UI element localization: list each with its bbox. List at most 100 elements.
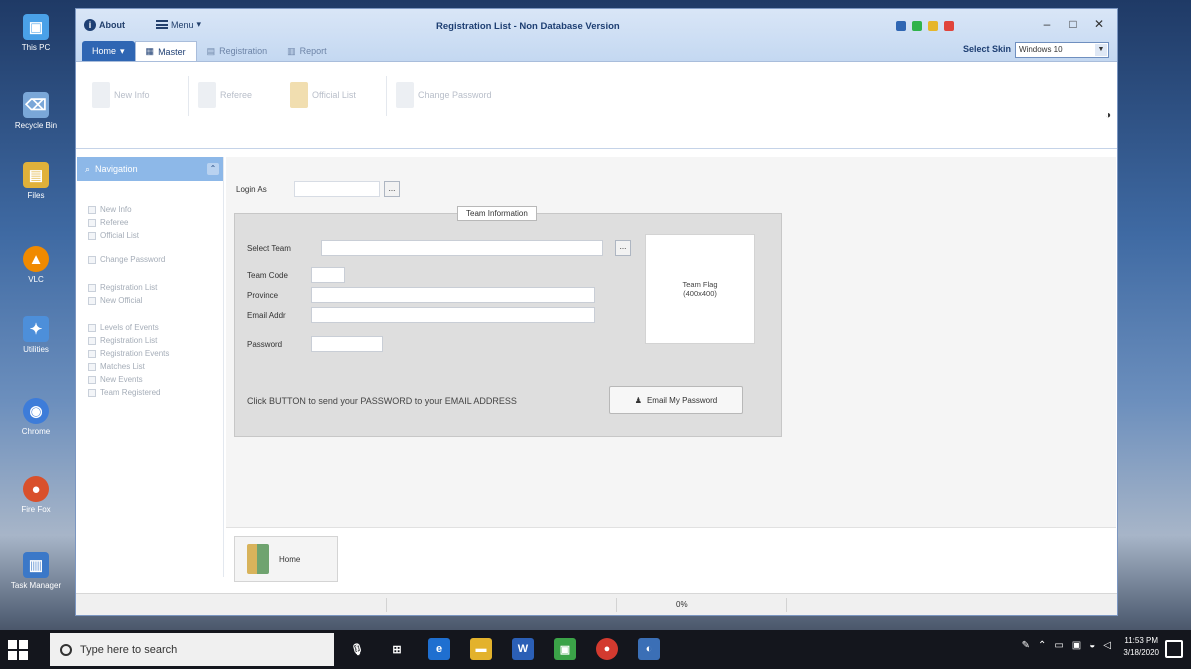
notification-icon[interactable] bbox=[1165, 640, 1183, 658]
nav-item-icon bbox=[88, 255, 96, 264]
tab-master[interactable]: ▦ Master bbox=[134, 41, 197, 61]
team-flag-box[interactable]: Team Flag (400x400) bbox=[645, 234, 755, 344]
ribbon-button-label: Change Password bbox=[418, 90, 492, 100]
desktop-icon-files[interactable]: ▤ Files bbox=[4, 162, 68, 200]
report-icon: ▥ bbox=[287, 45, 296, 56]
nav-item-levels-of-events[interactable]: Levels of Events bbox=[88, 323, 159, 332]
pen-icon[interactable]: ✎ bbox=[1022, 640, 1030, 651]
edge-icon[interactable]: e bbox=[428, 638, 450, 660]
chevron-up-icon[interactable]: ⌃ bbox=[1038, 640, 1046, 651]
desktop-icon-task-manager[interactable]: ▥ Task Manager bbox=[4, 552, 68, 590]
volume-icon[interactable]: ◁ bbox=[1103, 640, 1111, 651]
photos-icon[interactable]: ▣ bbox=[554, 638, 576, 660]
nav-item-new-info[interactable]: New Info bbox=[88, 205, 132, 214]
nav-header[interactable]: ⌕ Navigation ⌃ bbox=[77, 157, 223, 181]
maximize-button[interactable]: □ bbox=[1061, 17, 1085, 33]
desktop-icon-label: Chrome bbox=[21, 427, 51, 436]
nav-item-icon bbox=[88, 388, 96, 397]
change-password-button[interactable]: Change Password bbox=[396, 82, 492, 108]
taskbar-clock[interactable]: 11:53 PM 3/18/2020 bbox=[1123, 635, 1159, 659]
nav-item-label: Team Registered bbox=[100, 388, 161, 397]
referee-icon bbox=[198, 82, 216, 108]
nav-item-change-password[interactable]: Change Password bbox=[88, 255, 165, 264]
referee-button[interactable]: Referee bbox=[198, 82, 252, 108]
windows-logo-icon bbox=[19, 651, 28, 660]
home-button[interactable]: Home bbox=[234, 536, 338, 582]
chevron-up-icon[interactable]: ⌃ bbox=[207, 163, 219, 175]
skin-select[interactable]: Windows 10 ▼ bbox=[1015, 42, 1109, 58]
nav-item-matches-list[interactable]: Matches List bbox=[88, 362, 145, 371]
task-manager-icon: ▥ bbox=[23, 552, 49, 578]
network-icon[interactable]: ▭ bbox=[1054, 640, 1063, 651]
minimize-button[interactable]: – bbox=[1035, 17, 1059, 33]
about-button[interactable]: i About bbox=[84, 19, 125, 31]
nav-item-label: Registration List bbox=[100, 283, 158, 292]
new-info-icon bbox=[92, 82, 110, 108]
this-pc-icon: ▣ bbox=[23, 14, 49, 40]
taskbar-search-box[interactable]: Type here to search bbox=[50, 633, 334, 666]
nav-item-new-events[interactable]: New Events bbox=[88, 375, 143, 384]
desktop-icon-vlc[interactable]: ▲ VLC bbox=[4, 246, 68, 284]
nav-item-registration-list-2[interactable]: Registration List bbox=[88, 336, 157, 345]
nav-item-new-official[interactable]: New Official bbox=[88, 296, 143, 305]
status-square-icon bbox=[944, 21, 954, 31]
password-label: Password bbox=[247, 340, 283, 349]
select-team-pick-button[interactable]: ... bbox=[615, 240, 631, 256]
desktop-icon-this-pc[interactable]: ▣ This PC bbox=[4, 14, 68, 52]
email-my-password-button[interactable]: ♟ Email My Password bbox=[609, 386, 743, 414]
desktop-icon-label: This PC bbox=[21, 43, 51, 52]
login-lookup-button[interactable]: ... bbox=[384, 181, 400, 197]
group-caption: Team Information bbox=[457, 206, 537, 221]
recycle-bin-icon: ⌫ bbox=[23, 92, 49, 118]
nav-header-label: Navigation bbox=[95, 164, 138, 174]
task-view-icon[interactable]: ⊞ bbox=[386, 638, 408, 660]
ribbon-tab-strip: Home ▾ ▦ Master ▤ Registration ▥ Report bbox=[76, 39, 1117, 61]
desktop-icon-recycle-bin[interactable]: ⌫ Recycle Bin bbox=[4, 92, 68, 130]
desktop-icon-utilities[interactable]: ✦ Utilities bbox=[4, 316, 68, 354]
team-code-field[interactable] bbox=[311, 267, 345, 283]
tab-registration[interactable]: ▤ Registration bbox=[197, 41, 278, 61]
official-list-button[interactable]: Official List bbox=[290, 82, 356, 108]
shield-icon[interactable]: ▣ bbox=[1072, 640, 1081, 651]
desktop-icon-label: Task Manager bbox=[10, 581, 62, 590]
media-icon: ▲ bbox=[23, 246, 49, 272]
file-explorer-icon[interactable]: ▬ bbox=[470, 638, 492, 660]
navigation-panel: ⌕ Navigation ⌃ New Info Referee Official… bbox=[76, 157, 224, 577]
login-field[interactable] bbox=[294, 181, 380, 197]
menu-button[interactable]: Menu ▾ bbox=[156, 19, 201, 30]
menu-label: Menu bbox=[171, 19, 194, 30]
ribbon-divider bbox=[188, 76, 189, 116]
password-hint: Click BUTTON to send your PASSWORD to yo… bbox=[247, 396, 517, 406]
search-placeholder: Type here to search bbox=[80, 643, 178, 656]
windows-logo-icon bbox=[19, 640, 28, 649]
email-address-field[interactable] bbox=[311, 307, 595, 323]
nav-item-label: New Info bbox=[100, 205, 132, 214]
select-team-field[interactable] bbox=[321, 240, 603, 256]
tab-home[interactable]: Home ▾ bbox=[82, 41, 135, 61]
nav-item-referee[interactable]: Referee bbox=[88, 218, 128, 227]
chevron-down-icon: ▾ bbox=[196, 19, 202, 29]
nav-item-team-registered[interactable]: Team Registered bbox=[88, 388, 160, 397]
clock-date: 3/18/2020 bbox=[1123, 648, 1159, 657]
app-taskbar-icon[interactable]: ◐ bbox=[638, 638, 660, 660]
password-field[interactable] bbox=[311, 336, 383, 352]
word-icon[interactable]: W bbox=[512, 638, 534, 660]
close-button[interactable]: ✕ bbox=[1087, 17, 1111, 33]
nav-item-official-list[interactable]: Official List bbox=[88, 231, 139, 240]
microphone-icon[interactable]: 🎙 bbox=[346, 638, 368, 660]
desktop-icon-chrome[interactable]: ◉ Chrome bbox=[4, 398, 68, 436]
browser-icon: ◉ bbox=[23, 398, 49, 424]
nav-item-icon bbox=[88, 296, 96, 305]
nav-item-registration-list[interactable]: Registration List bbox=[88, 283, 157, 292]
wifi-icon[interactable]: ◒ bbox=[1089, 640, 1095, 651]
desktop-icon-firefox[interactable]: ● Fire Fox bbox=[4, 476, 68, 514]
nav-item-registration-events[interactable]: Registration Events bbox=[88, 349, 169, 358]
province-field[interactable] bbox=[311, 287, 595, 303]
start-button[interactable] bbox=[8, 640, 28, 660]
new-info-button[interactable]: New Info bbox=[92, 82, 150, 108]
chrome-icon[interactable]: ● bbox=[596, 638, 618, 660]
tab-report[interactable]: ▥ Report bbox=[277, 41, 337, 61]
ribbon-panel: New Info Referee Official List Change Pa… bbox=[76, 61, 1117, 149]
registration-icon: ▤ bbox=[206, 45, 216, 56]
ribbon-collapse-icon[interactable]: ◑ bbox=[1105, 110, 1111, 121]
